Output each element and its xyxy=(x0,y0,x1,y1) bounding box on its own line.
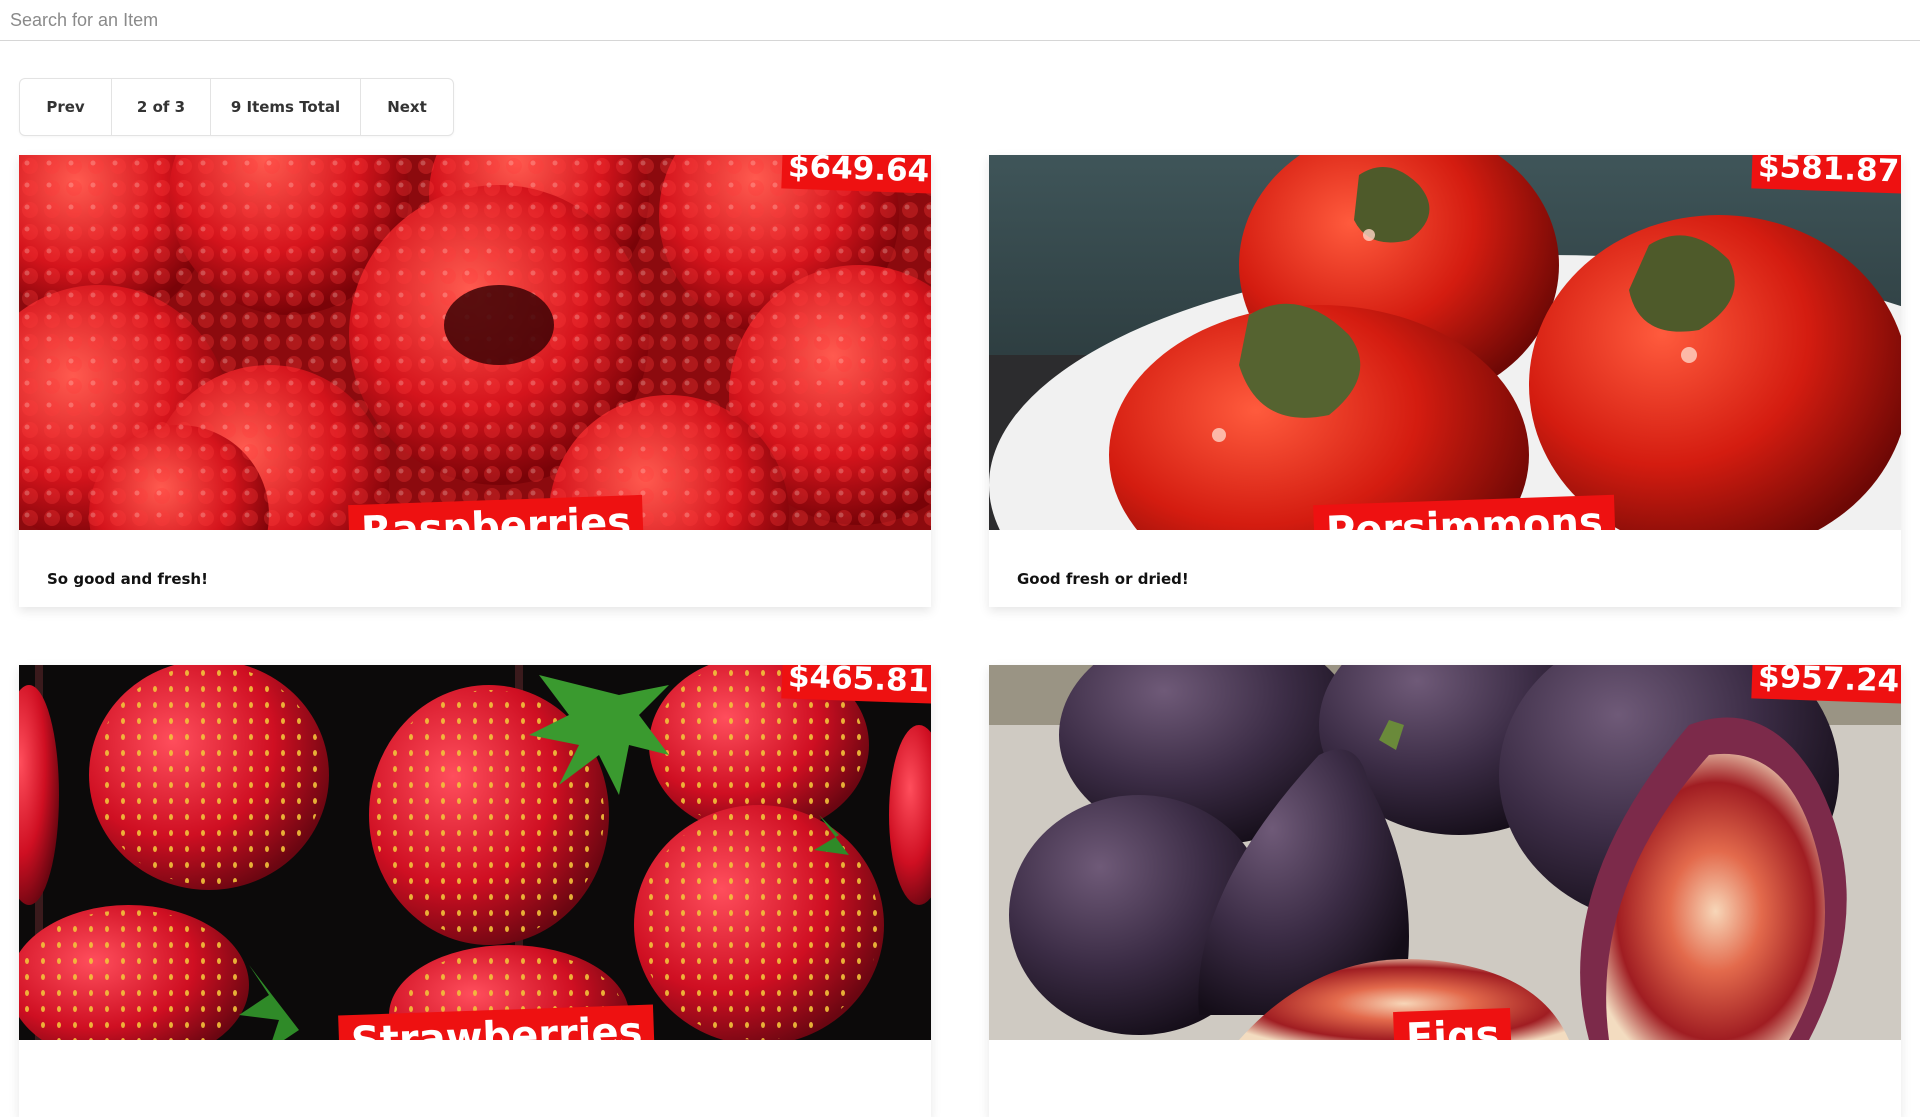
item-grid: $649.64 Raspberries So good and fresh! $… xyxy=(19,155,1901,1117)
items-total: 9 Items Total xyxy=(211,79,361,135)
prev-button[interactable]: Prev xyxy=(20,79,112,135)
item-photo-figs: $957.24 Figs xyxy=(989,665,1901,1040)
item-photo-raspberries: $649.64 Raspberries xyxy=(19,155,931,530)
item-description: So good and fresh! xyxy=(47,570,208,588)
search-bar xyxy=(0,0,1920,41)
page-indicator: 2 of 3 xyxy=(112,79,211,135)
item-description: Good fresh or dried! xyxy=(1017,570,1189,588)
next-button[interactable]: Next xyxy=(361,79,453,135)
item-card[interactable]: $957.24 Figs xyxy=(989,665,1901,1117)
price-tag: $957.24 xyxy=(1751,665,1901,704)
price-tag: $581.87 xyxy=(1751,155,1901,194)
pagination: Prev 2 of 3 9 Items Total Next xyxy=(19,78,454,136)
item-card[interactable]: $581.87 Persimmons Good fresh or dried! xyxy=(989,155,1901,607)
price-tag: $649.64 xyxy=(781,155,931,194)
item-card[interactable]: $649.64 Raspberries So good and fresh! xyxy=(19,155,931,607)
item-photo-persimmons: $581.87 Persimmons xyxy=(989,155,1901,530)
item-name: Figs xyxy=(1393,1007,1513,1040)
price-tag: $465.81 xyxy=(781,665,931,704)
search-input[interactable] xyxy=(0,1,1920,39)
item-card[interactable]: $465.81 Strawberries xyxy=(19,665,931,1117)
item-photo-strawberries: $465.81 Strawberries xyxy=(19,665,931,1040)
